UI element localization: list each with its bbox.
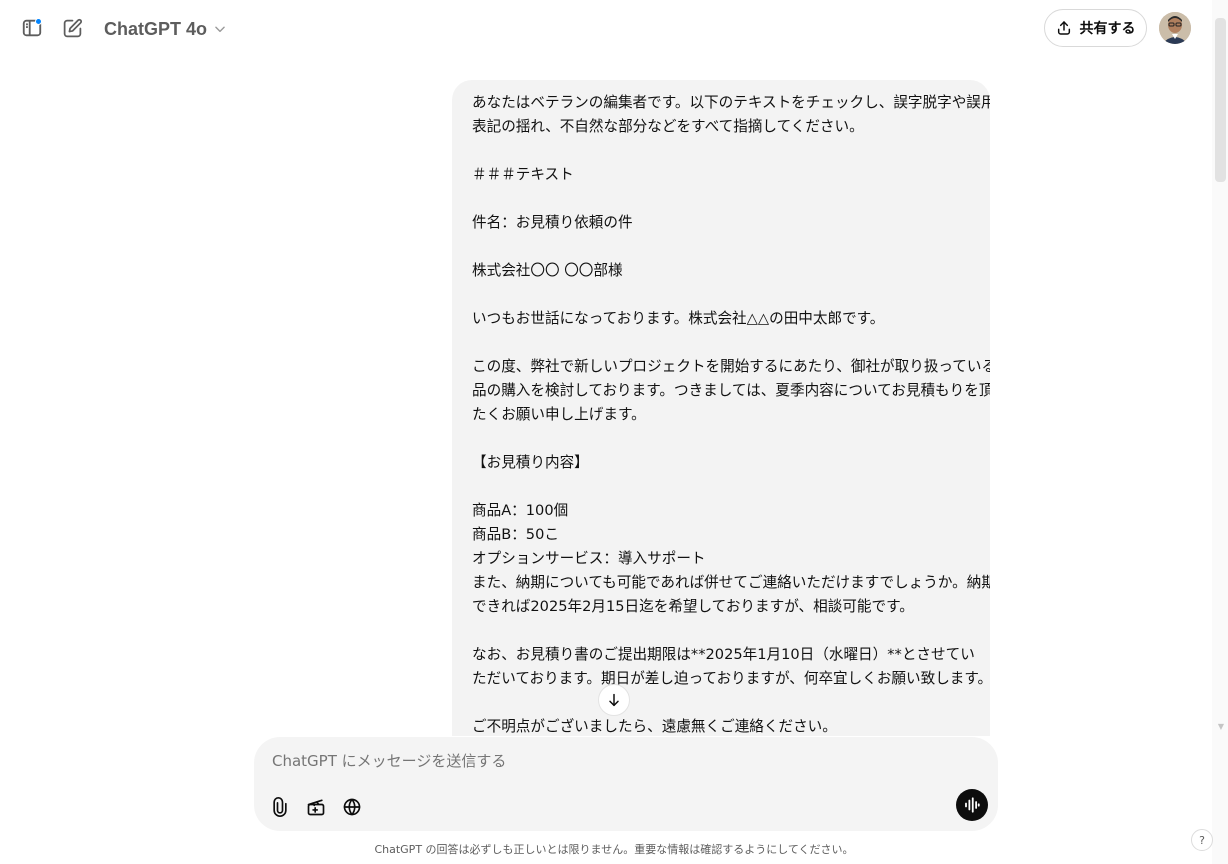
message-line bbox=[472, 475, 970, 499]
paperclip-icon bbox=[273, 797, 287, 817]
scrollbar-thumb[interactable] bbox=[1215, 18, 1226, 182]
scroll-to-bottom-button[interactable] bbox=[598, 684, 630, 716]
message-line bbox=[472, 283, 970, 307]
arrow-down-icon bbox=[609, 693, 619, 707]
help-button[interactable]: ? bbox=[1191, 829, 1213, 851]
sidebar-toggle-button[interactable] bbox=[16, 12, 48, 44]
message-line: なお、お見積り書のご提出期限は**2025年1月10日（水曜日）**とさせてい bbox=[472, 646, 975, 663]
scroll-arrow-down-icon[interactable]: ▼ bbox=[1218, 722, 1224, 731]
page-scrollbar[interactable]: ▼ bbox=[1212, 0, 1228, 864]
tools-button[interactable] bbox=[302, 793, 330, 821]
message-line bbox=[472, 235, 970, 259]
disclaimer-text: ChatGPT の回答は必ずしも正しいとは限りません。重要な情報は確認するように… bbox=[374, 843, 854, 856]
composer bbox=[254, 737, 998, 831]
avatar[interactable] bbox=[1159, 12, 1191, 44]
message-input[interactable] bbox=[272, 749, 932, 773]
message-line bbox=[472, 619, 970, 643]
message-line: 表記の揺れ、不自然な部分などをすべて指摘してください。 bbox=[472, 118, 864, 135]
message-line bbox=[472, 139, 970, 163]
message-line: 【お見積り内容】 bbox=[472, 454, 589, 471]
chevron-down-icon bbox=[215, 26, 225, 33]
share-icon bbox=[1057, 21, 1070, 35]
message-line bbox=[472, 187, 970, 211]
message-line bbox=[472, 427, 970, 451]
attach-button[interactable] bbox=[266, 793, 294, 821]
message-line bbox=[472, 331, 970, 355]
voice-mode-button[interactable] bbox=[956, 789, 988, 821]
message-line: 件名：お見積り依頼の件 bbox=[472, 214, 633, 231]
message-line: できれば2025年2月15日迄を希望しておりますが、相談可能です。 bbox=[472, 598, 914, 615]
message-line: 品の購入を検討しております。つきましては、夏季内容についてお見積もりを頂き bbox=[472, 382, 990, 399]
message-line: いつもお世話になっております。株式会社△△の田中太郎です。 bbox=[472, 310, 885, 327]
search-web-button[interactable] bbox=[338, 793, 366, 821]
clapperboard-icon bbox=[307, 799, 325, 816]
share-button[interactable]: 共有する bbox=[1044, 9, 1147, 47]
message-line: たくお願い申し上げます。 bbox=[472, 406, 646, 423]
model-name: ChatGPT 4o bbox=[104, 18, 208, 39]
message-line: ＃＃＃テキスト bbox=[472, 166, 574, 183]
message-line: 株式会社〇〇 〇〇部様 bbox=[472, 262, 623, 279]
message-line: また、納期についても可能であれば併せてご連絡いただけますでしょうか。納期は bbox=[472, 574, 990, 591]
message-line: ただいております。期日が差し迫っておりますが、何卒宜しくお願い致します。 bbox=[472, 670, 990, 687]
new-chat-button[interactable] bbox=[56, 12, 88, 44]
model-switcher[interactable]: ChatGPT 4o bbox=[96, 12, 235, 46]
share-label: 共有する bbox=[1079, 21, 1136, 37]
message-line bbox=[472, 691, 970, 715]
waveform-icon bbox=[965, 797, 980, 813]
message-line: この度、弊社で新しいプロジェクトを開始するにあたり、御社が取り扱っている商 bbox=[472, 358, 990, 375]
top-bar: ChatGPT 4o 共有する bbox=[0, 0, 1212, 56]
message-line: 商品A：100個 bbox=[472, 502, 569, 519]
avatar-image bbox=[1159, 12, 1191, 44]
message-line: あなたはベテランの編集者です。以下のテキストをチェックし、誤字脱字や誤用、 bbox=[472, 94, 990, 111]
message-line: 商品B：50こ bbox=[472, 526, 559, 543]
user-message-bubble: あなたはベテランの編集者です。以下のテキストをチェックし、誤字脱字や誤用、 表記… bbox=[452, 80, 990, 780]
edit-icon bbox=[63, 18, 82, 37]
message-line: オプションサービス：導入サポート bbox=[472, 550, 706, 567]
globe-icon bbox=[343, 798, 361, 816]
notification-dot bbox=[35, 18, 42, 25]
